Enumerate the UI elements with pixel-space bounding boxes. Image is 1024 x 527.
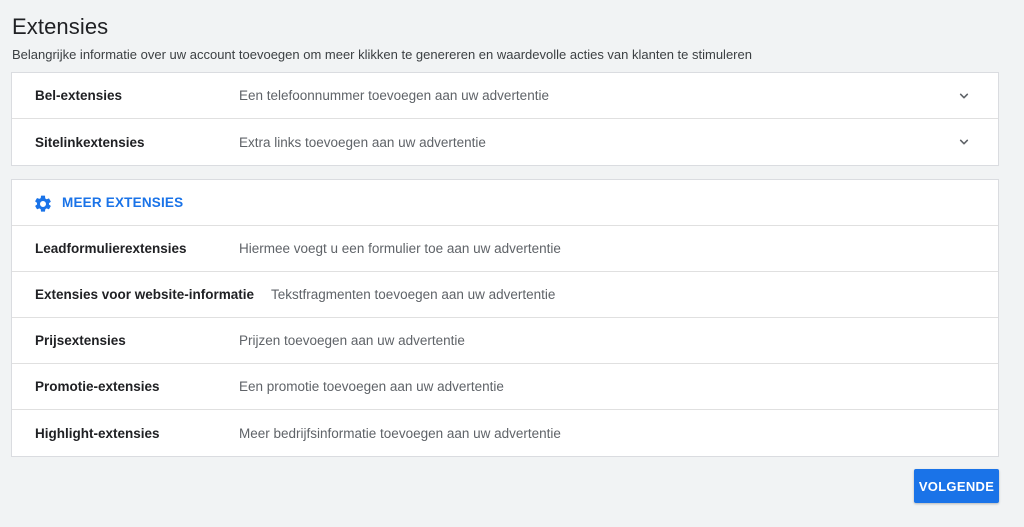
extension-row-highlight[interactable]: Highlight-extensies Meer bedrijfsinforma… (12, 410, 998, 456)
extension-description: Een promotie toevoegen aan uw advertenti… (239, 379, 504, 394)
extension-name: Sitelinkextensies (35, 134, 145, 150)
extension-description: Meer bedrijfsinformatie toevoegen aan uw… (239, 425, 561, 441)
chevron-down-icon[interactable] (956, 134, 972, 150)
extension-name: Extensies voor website-informatie (35, 287, 255, 302)
extension-row-price[interactable]: Prijsextensies Prijzen toevoegen aan uw … (12, 318, 998, 364)
extension-row-sitelink[interactable]: Sitelinkextensies Extra links toevoegen … (12, 119, 998, 165)
extension-name: Highlight-extensies (35, 425, 160, 441)
extension-row-promotion[interactable]: Promotie-extensies Een promotie toevoege… (12, 364, 998, 410)
extension-description: Prijzen toevoegen aan uw advertentie (239, 333, 465, 348)
more-extensions-header: MEER EXTENSIES (12, 180, 998, 226)
next-button[interactable]: VOLGENDE (914, 469, 999, 503)
extension-name: Prijsextensies (35, 333, 126, 348)
more-extensions-card: MEER EXTENSIES Leadformulierextensies Hi… (11, 179, 999, 457)
extension-row-website-info[interactable]: Extensies voor website-informatie Tekstf… (12, 272, 998, 318)
page-title: Extensies (12, 14, 109, 39)
extension-name: Leadformulierextensies (35, 241, 187, 256)
extension-name: Promotie-extensies (35, 379, 160, 394)
extension-name: Bel-extensies (35, 88, 123, 103)
extensions-page: Extensies Belangrijke informatie over uw… (0, 0, 1024, 527)
extension-row-lead-form[interactable]: Leadformulierextensies Hiermee voegt u e… (12, 226, 998, 272)
extension-description: Extra links toevoegen aan uw advertentie (239, 134, 486, 150)
chevron-down-icon[interactable] (956, 88, 972, 104)
more-extensions-label: MEER EXTENSIES (62, 195, 184, 210)
page-subtitle: Belangrijke informatie over uw account t… (12, 47, 752, 62)
extension-description: Een telefoonnummer toevoegen aan uw adve… (239, 88, 549, 103)
extension-description: Hiermee voegt u een formulier toe aan uw… (239, 241, 561, 256)
extension-description: Tekstfragmenten toevoegen aan uw adverte… (271, 287, 556, 302)
expandable-extensions-card: Bel-extensies Een telefoonnummer toevoeg… (11, 72, 999, 166)
gear-icon (35, 195, 51, 212)
extension-row-call[interactable]: Bel-extensies Een telefoonnummer toevoeg… (12, 73, 998, 119)
